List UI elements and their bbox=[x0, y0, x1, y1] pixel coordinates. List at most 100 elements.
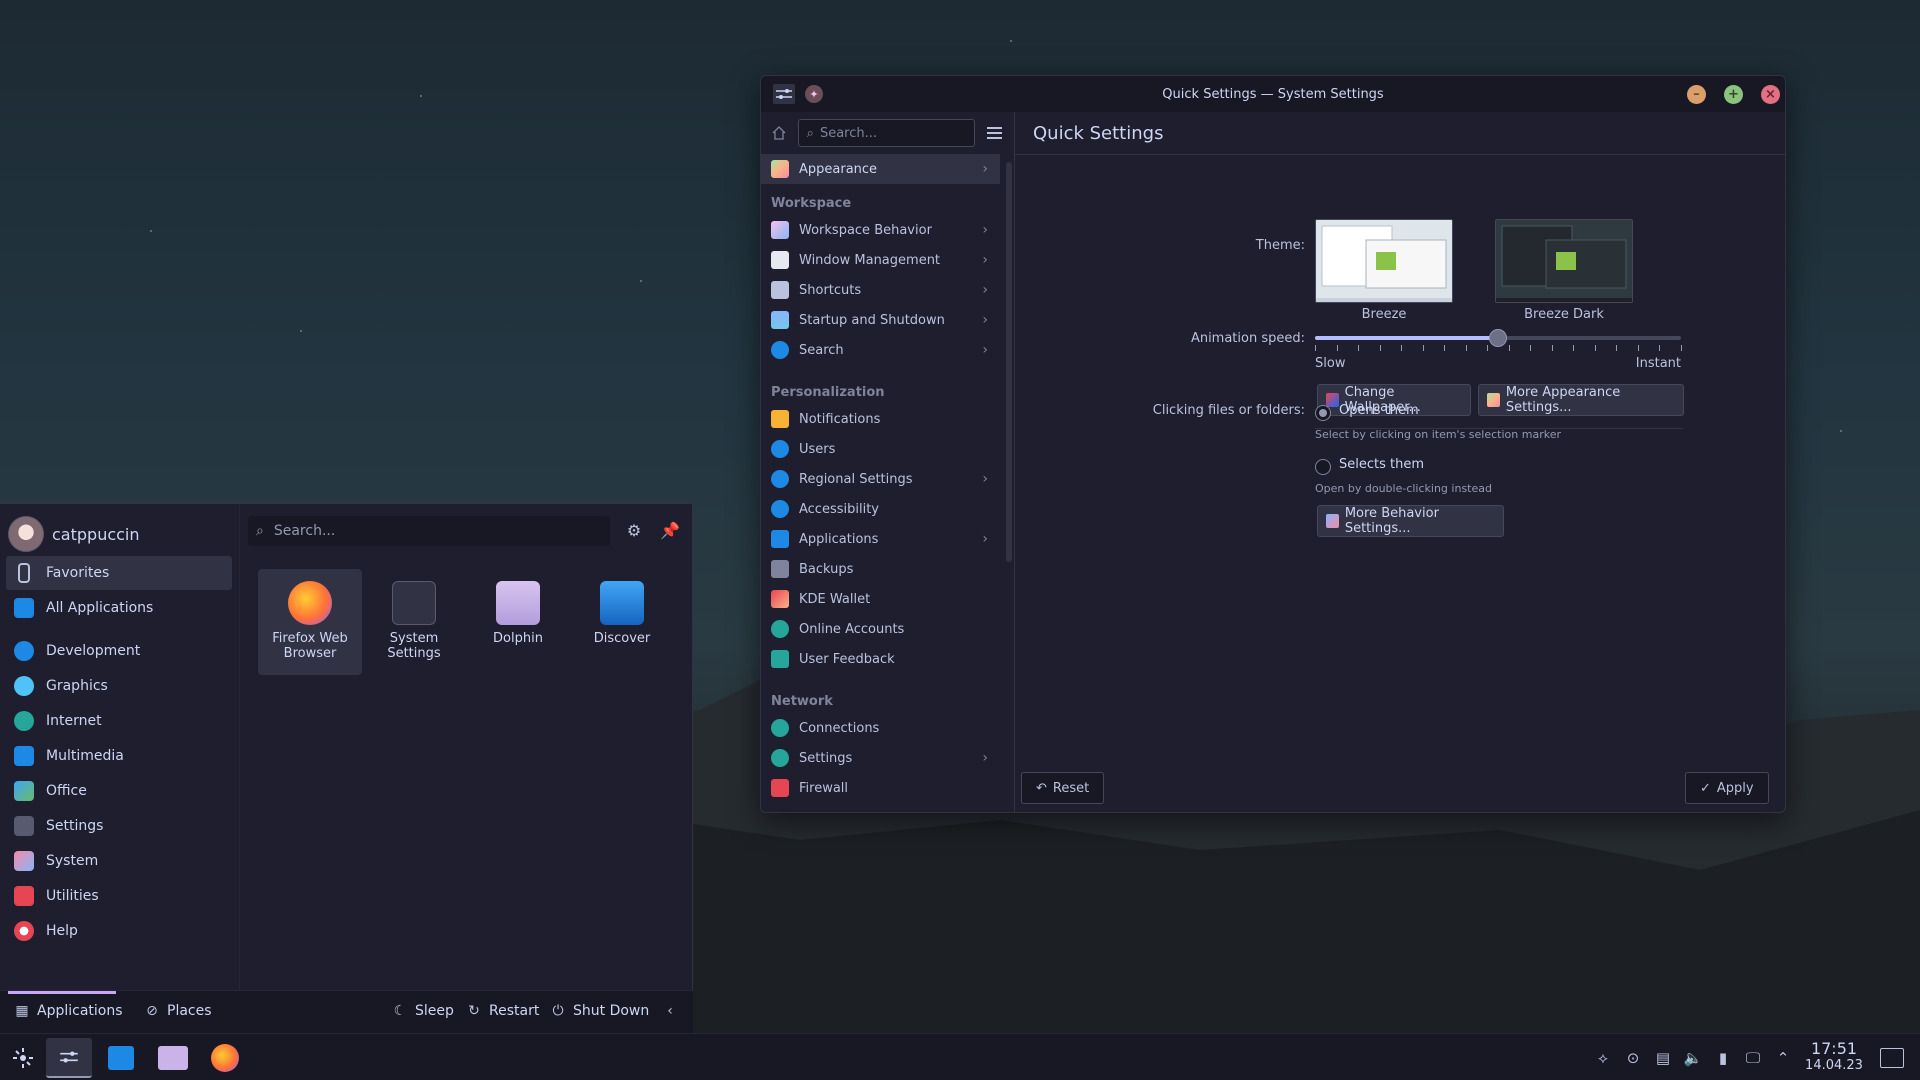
apply-button[interactable]: ✓ Apply bbox=[1685, 772, 1769, 804]
sidebar-item-users[interactable]: Users bbox=[761, 434, 1000, 464]
theme-name-breeze: Breeze bbox=[1361, 307, 1407, 322]
removable-device-icon[interactable]: ▮ bbox=[1712, 1047, 1734, 1069]
kde-connect-icon[interactable]: ⟡ bbox=[1592, 1047, 1614, 1069]
selects-them-radio[interactable] bbox=[1315, 459, 1331, 475]
favorite-discover[interactable]: Discover bbox=[570, 569, 674, 675]
taskbar-dolphin[interactable] bbox=[150, 1038, 196, 1078]
sidebar-item-online-accounts[interactable]: Online Accounts bbox=[761, 614, 1000, 644]
category-utilities[interactable]: Utilities bbox=[6, 879, 232, 913]
sidebar-item-label: Connections bbox=[799, 720, 880, 736]
favorite-dolphin[interactable]: Dolphin bbox=[466, 569, 570, 675]
sidebar-item-backups[interactable]: Backups bbox=[761, 554, 1000, 584]
taskbar-system-settings[interactable] bbox=[46, 1038, 92, 1078]
sidebar-item-kde-wallet[interactable]: KDE Wallet bbox=[761, 584, 1000, 614]
settings-search-input[interactable]: ⌕ Search... bbox=[797, 119, 975, 147]
sidebar-item-label: Accessibility bbox=[799, 501, 879, 517]
opens-them-label[interactable]: Opens them bbox=[1339, 403, 1419, 418]
launcher-search-input[interactable]: ⌕ Search... bbox=[248, 516, 610, 546]
configure-launcher-icon[interactable]: ⚙ bbox=[622, 518, 646, 542]
tab-applications[interactable]: ▦ Applications bbox=[14, 1003, 122, 1019]
category-label: Office bbox=[46, 783, 87, 799]
animation-speed-slider[interactable] bbox=[1315, 329, 1681, 347]
chevron-up-icon[interactable]: ⌃ bbox=[1772, 1047, 1794, 1069]
settings-search-placeholder: Search... bbox=[819, 125, 878, 141]
sidebar-item-applications[interactable]: Applications › bbox=[761, 524, 1000, 554]
sidebar-item-notifications[interactable]: Notifications bbox=[761, 404, 1000, 434]
sidebar-item-label: Settings bbox=[799, 750, 853, 766]
sleep-button[interactable]: ☾ Sleep bbox=[392, 1003, 454, 1019]
minimize-button[interactable]: – bbox=[1687, 85, 1706, 104]
category-label: Favorites bbox=[46, 565, 110, 581]
clipboard-icon[interactable]: ▤ bbox=[1652, 1047, 1674, 1069]
hamburger-menu-icon[interactable] bbox=[983, 121, 1006, 145]
slider-tick bbox=[1659, 345, 1661, 351]
home-icon[interactable] bbox=[769, 122, 790, 144]
sidebar-item-window-management[interactable]: Window Management › bbox=[761, 245, 1000, 275]
digital-clock[interactable]: 17:51 14.04.23 bbox=[1804, 1040, 1864, 1074]
category-settings[interactable]: Settings bbox=[6, 809, 232, 843]
favorite-system-settings[interactable]: System Settings bbox=[362, 569, 466, 675]
system-settings-app-icon[interactable] bbox=[773, 84, 795, 104]
leave-menu-button[interactable]: ‹ bbox=[662, 1003, 678, 1019]
maximize-button[interactable]: + bbox=[1724, 85, 1743, 104]
power-icon: ⏻ bbox=[552, 1003, 564, 1019]
theme-thumbnail-breeze-dark[interactable] bbox=[1495, 219, 1633, 303]
sidebar-item-search[interactable]: Search › bbox=[761, 335, 1000, 365]
category-favorites[interactable]: Favorites bbox=[6, 556, 232, 590]
updates-icon[interactable]: ⊙ bbox=[1622, 1047, 1644, 1069]
taskbar-discover[interactable] bbox=[98, 1038, 144, 1078]
category-internet[interactable]: Internet bbox=[6, 704, 232, 738]
category-development[interactable]: Development bbox=[6, 634, 232, 668]
window-titlebar[interactable]: ✦ Quick Settings — System Settings – + × bbox=[761, 76, 1785, 112]
selects-them-label[interactable]: Selects them bbox=[1339, 457, 1424, 472]
sidebar-item-appearance[interactable]: Appearance › bbox=[761, 154, 1000, 184]
volume-icon[interactable]: 🔈 bbox=[1682, 1047, 1704, 1069]
category-label: Development bbox=[46, 643, 141, 659]
close-button[interactable]: × bbox=[1761, 85, 1780, 104]
keep-above-pin-icon[interactable]: ✦ bbox=[805, 85, 823, 103]
shutdown-button[interactable]: ⏻ Shut Down bbox=[550, 1003, 649, 1019]
network-icon[interactable]: 🖵 bbox=[1742, 1047, 1764, 1069]
restart-button[interactable]: ↻ Restart bbox=[466, 1003, 539, 1019]
category-label: Internet bbox=[46, 713, 102, 729]
reset-button[interactable]: ↶ Reset bbox=[1021, 772, 1105, 804]
accessibility-icon bbox=[771, 500, 789, 518]
category-all-applications[interactable]: All Applications bbox=[6, 591, 232, 625]
sidebar-item-connections[interactable]: Connections bbox=[761, 713, 1000, 743]
tab-places[interactable]: ⊘ Places bbox=[144, 1003, 211, 1019]
folder-icon bbox=[496, 581, 540, 625]
more-behavior-settings-button[interactable]: More Behavior Settings... bbox=[1317, 505, 1504, 537]
sidebar-item-regional-settings[interactable]: Regional Settings › bbox=[761, 464, 1000, 494]
category-multimedia[interactable]: Multimedia bbox=[6, 739, 232, 773]
sidebar-item-accessibility[interactable]: Accessibility bbox=[761, 494, 1000, 524]
avatar[interactable] bbox=[8, 516, 44, 552]
sidebar-item-settings[interactable]: Settings › bbox=[761, 743, 1000, 773]
slider-tick bbox=[1401, 345, 1403, 351]
sidebar-item-workspace-behavior[interactable]: Workspace Behavior › bbox=[761, 215, 1000, 245]
sidebar-item-user-feedback[interactable]: User Feedback bbox=[761, 644, 1000, 674]
show-desktop-button[interactable] bbox=[1880, 1048, 1904, 1068]
sidebar-item-label: Notifications bbox=[799, 411, 881, 427]
launcher-icon bbox=[13, 1048, 33, 1068]
slider-tick bbox=[1530, 345, 1532, 351]
category-system[interactable]: System bbox=[6, 844, 232, 878]
sidebar-item-startup-and-shutdown[interactable]: Startup and Shutdown › bbox=[761, 305, 1000, 335]
more-appearance-settings-button[interactable]: More Appearance Settings... bbox=[1478, 384, 1684, 416]
category-office[interactable]: Office bbox=[6, 774, 232, 808]
user-header[interactable]: catppuccin bbox=[8, 516, 140, 552]
category-help[interactable]: Help bbox=[6, 914, 232, 948]
launcher-button[interactable] bbox=[0, 1038, 46, 1078]
category-graphics[interactable]: Graphics bbox=[6, 669, 232, 703]
folder-icon bbox=[158, 1046, 188, 1070]
taskbar-firefox[interactable] bbox=[202, 1038, 248, 1078]
theme-thumbnail-breeze[interactable] bbox=[1315, 219, 1453, 303]
wallet-icon bbox=[771, 590, 789, 608]
sidebar-item-firewall[interactable]: Firewall bbox=[761, 773, 1000, 803]
favorite-firefox-web-browser[interactable]: Firefox Web Browser bbox=[258, 569, 362, 675]
pin-icon[interactable]: 📌 bbox=[658, 518, 682, 542]
opens-them-radio[interactable] bbox=[1315, 405, 1331, 421]
sidebar-scrollbar[interactable] bbox=[1006, 162, 1012, 562]
sidebar-item-shortcuts[interactable]: Shortcuts › bbox=[761, 275, 1000, 305]
graphics-icon bbox=[14, 676, 34, 696]
shutdown-label: Shut Down bbox=[573, 1003, 650, 1019]
